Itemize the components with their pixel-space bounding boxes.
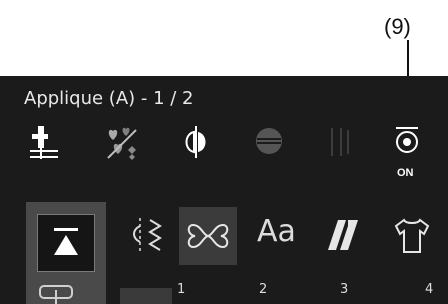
screen-title: Applique (A) - 1 / 2 [24,88,194,109]
page-number-3: 3 [340,282,349,297]
page-number-4: 4 [425,282,434,297]
needle-position-icon[interactable] [28,124,60,160]
needle-stop-icon[interactable] [392,126,422,156]
tab-decorative-selected[interactable] [179,207,237,265]
callout-label: (9) [384,14,411,39]
letters-tab[interactable]: Aa [257,214,296,249]
home-button[interactable] [37,214,95,272]
decorative-stitch-icon [187,223,229,249]
page-tab-1[interactable] [120,288,172,304]
toggle-on-label: ON [397,167,414,179]
mirror-icon[interactable] [180,124,212,160]
home-icon [54,228,78,255]
hearts-icon[interactable] [104,124,140,160]
quilt-icon[interactable] [324,216,360,254]
sewing-machine-screen: Applique (A) - 1 / 2 ON Aa 1 2 3 4 [0,76,448,304]
page-number-2: 2 [259,282,268,297]
stitch-width-icon [256,128,282,154]
stitch-category-icon[interactable] [130,216,164,256]
presser-foot-icon[interactable] [36,280,76,304]
shirt-icon[interactable] [392,216,432,256]
page-number-1: 1 [177,282,186,297]
tension-icon [331,128,349,156]
